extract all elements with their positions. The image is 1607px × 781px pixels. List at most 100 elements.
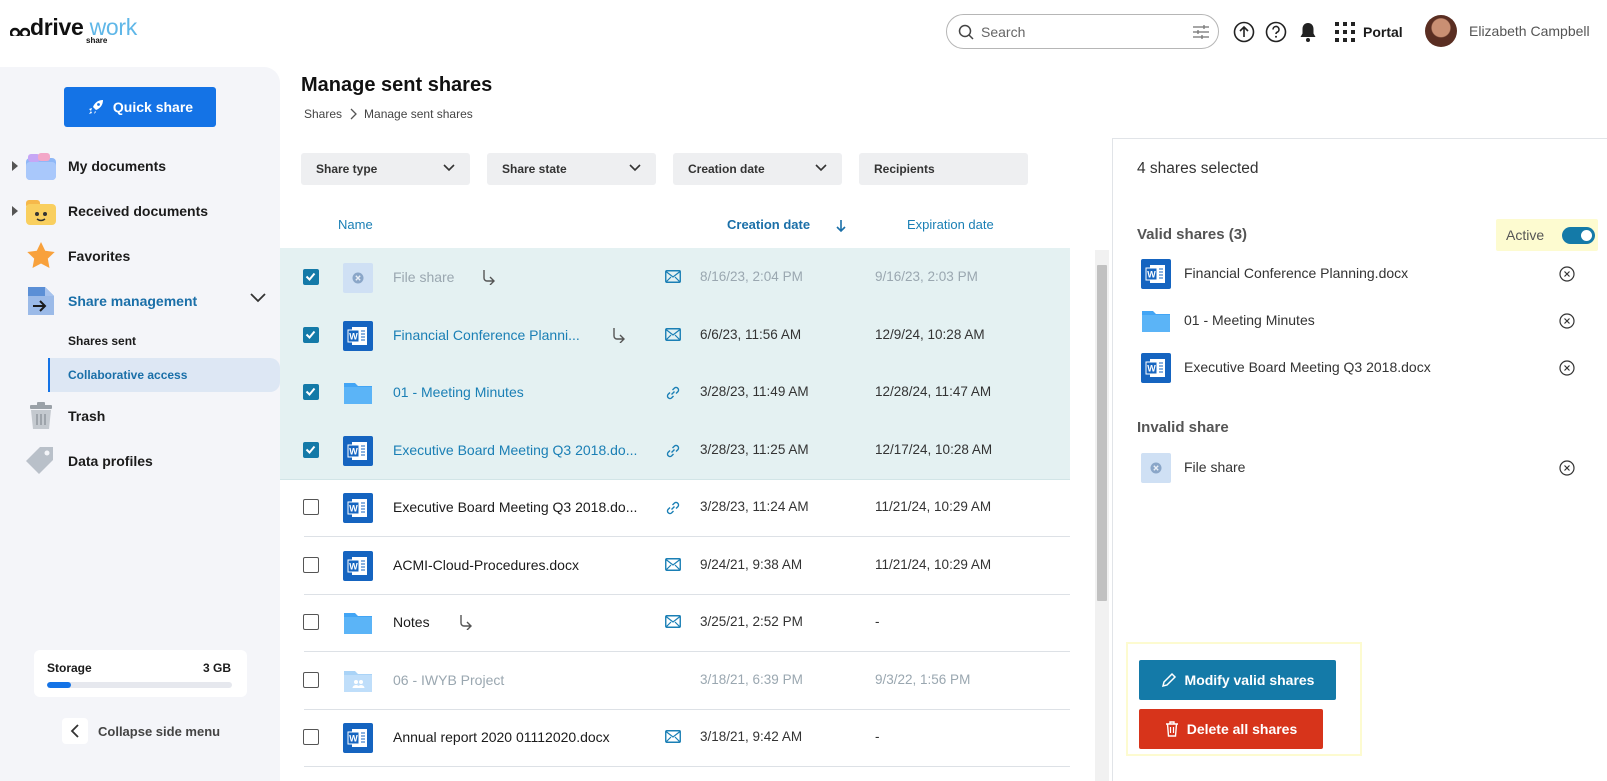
row-name[interactable]: 01 - Meeting Minutes [393, 384, 643, 400]
row-checkbox[interactable] [303, 499, 319, 515]
breadcrumb-current: Manage sent shares [364, 107, 473, 121]
remove-selected-button[interactable] [1559, 313, 1575, 329]
row-creation-date: 3/28/23, 11:25 AM [700, 441, 809, 457]
sidebar-item-my-documents[interactable]: My documents [0, 146, 280, 186]
portal-label: Portal [1363, 24, 1403, 40]
sidebar-subitem-shares-sent[interactable]: Shares sent [48, 324, 280, 358]
row-checkbox[interactable] [303, 729, 319, 745]
email-share-icon [665, 730, 681, 743]
sidebar-item-share-management[interactable]: Share management [0, 281, 280, 321]
table-row[interactable]: File share 8/16/23, 2:04 PM 9/16/23, 2:03 … [280, 248, 1070, 307]
table-row[interactable]: 01 - Meeting Minutes 3/28/23, 11:49 AM 12/… [280, 363, 1070, 422]
table-row[interactable]: W ACMI-Cloud-Procedures.docx 9/24/21, 9:38… [280, 536, 1070, 595]
sidebar-subitem-label: Collaborative access [68, 368, 188, 382]
portal-menu[interactable]: Portal [1335, 22, 1403, 42]
sidebar-subitem-collaborative-access[interactable]: Collaborative access [48, 358, 280, 392]
row-checkbox[interactable] [303, 671, 319, 688]
table-row[interactable]: Notes 3/25/21, 2:52 PM - [280, 593, 1070, 652]
modify-valid-shares-button[interactable]: Modify valid shares [1139, 660, 1336, 700]
row-name[interactable]: ACMI-Cloud-Procedures.docx [393, 557, 643, 573]
file-share-icon [1141, 453, 1171, 483]
expand-caret-icon[interactable] [12, 161, 18, 171]
sidebar-item-favorites[interactable]: Favorites [0, 236, 280, 276]
filter-creation-date[interactable]: Creation date [673, 153, 842, 185]
filter-share-type[interactable]: Share type [301, 153, 470, 185]
row-checkbox[interactable] [303, 614, 319, 630]
bell-icon[interactable] [1298, 21, 1318, 43]
chevron-down-icon [443, 164, 455, 172]
row-name[interactable]: 06 - IWYB Project [393, 672, 643, 688]
share-type [665, 730, 681, 743]
share-type [665, 557, 681, 571]
breadcrumb-shares-link[interactable]: Shares [304, 107, 342, 121]
table-row[interactable]: W Financial Conference Planni... 6/6/23, 1… [280, 305, 1070, 365]
sidebar-item-trash[interactable]: Trash [0, 396, 280, 436]
remove-selected-button[interactable] [1559, 360, 1575, 376]
modify-label: Modify valid shares [1184, 672, 1315, 688]
link-share-icon [666, 501, 680, 515]
filter-share-state[interactable]: Share state [487, 153, 656, 185]
column-header-creation-date[interactable]: Creation date [727, 217, 810, 232]
row-creation-date: 9/24/21, 9:38 AM [700, 556, 803, 572]
forwarded-indicator [480, 269, 496, 285]
row-name[interactable]: Executive Board Meeting Q3 2018.do... [393, 442, 643, 458]
help-icon[interactable] [1265, 21, 1287, 43]
forwarded-indicator [610, 327, 626, 343]
row-checkbox[interactable] [303, 441, 319, 458]
expand-caret-icon[interactable] [12, 206, 18, 216]
search-box [946, 14, 1219, 49]
word-document-icon: W [1141, 259, 1171, 289]
row-name[interactable]: Financial Conference Planni... [393, 327, 643, 343]
rocket-icon [88, 100, 103, 114]
upload-icon[interactable] [1233, 21, 1255, 43]
avatar[interactable] [1425, 15, 1457, 47]
column-header-name[interactable]: Name [338, 217, 373, 232]
word-document-icon: W [343, 723, 373, 753]
table-scrollbar[interactable] [1095, 250, 1109, 781]
row-name[interactable]: Annual report 2020 01112020.docx [393, 729, 643, 745]
selection-count: 4 shares selected [1137, 160, 1259, 177]
row-checkbox[interactable] [303, 556, 319, 573]
filter-settings-icon[interactable] [1192, 24, 1210, 40]
share-type [665, 270, 681, 283]
folder-icon [344, 613, 372, 634]
row-checkbox[interactable] [303, 384, 319, 400]
user-name[interactable]: Elizabeth Campbell [1469, 23, 1590, 39]
collapse-button[interactable] [62, 718, 88, 744]
file-type [1141, 306, 1171, 336]
row-checkbox[interactable] [303, 326, 319, 343]
table-row[interactable]: W Executive Board Meeting Q3 2018.do... 3/… [280, 478, 1070, 537]
search-input[interactable] [981, 22, 1176, 42]
active-toggle[interactable] [1562, 227, 1595, 244]
row-expiration-date: 9/16/23, 2:03 PM [875, 269, 978, 284]
scrollbar-thumb[interactable] [1097, 265, 1107, 601]
quick-share-button[interactable]: Quick share [64, 87, 216, 127]
chevron-down-icon[interactable] [250, 293, 266, 303]
sidebar-item-received-documents[interactable]: Received documents [0, 191, 280, 231]
remove-selected-button[interactable] [1559, 266, 1575, 282]
table-row[interactable]: 06 - IWYB Project 3/18/21, 6:39 PM 9/3/22,… [280, 651, 1070, 710]
filter-recipients[interactable]: Recipients [859, 153, 1028, 185]
search-icon [958, 24, 974, 40]
svg-text:W: W [349, 446, 358, 456]
selected-share-name: Executive Board Meeting Q3 2018.docx [1184, 359, 1431, 375]
row-expiration-date: 12/28/24, 11:47 AM [875, 384, 992, 399]
row-name[interactable]: Executive Board Meeting Q3 2018.do... [393, 499, 643, 515]
chevron-right-icon [350, 108, 357, 120]
row-expiration-date: - [875, 729, 880, 744]
row-name[interactable]: File share [393, 269, 643, 285]
sort-descending-icon[interactable] [835, 219, 847, 233]
sidebar-item-data-profiles[interactable]: Data profiles [0, 441, 280, 481]
quick-share-label: Quick share [112, 99, 194, 115]
column-header-expiration-date[interactable]: Expiration date [907, 217, 994, 232]
collapse-side-menu[interactable]: Collapse side menu [62, 718, 220, 744]
row-checkbox[interactable] [303, 269, 319, 285]
file-type: W [343, 550, 373, 581]
remove-selected-button[interactable] [1559, 460, 1575, 476]
filter-label: Share state [502, 162, 567, 176]
row-name[interactable]: Notes [393, 614, 643, 630]
my-documents-icon [26, 153, 56, 180]
delete-all-shares-button[interactable]: Delete all shares [1139, 709, 1323, 749]
table-row[interactable]: W Executive Board Meeting Q3 2018.do... 3/… [280, 420, 1070, 480]
table-row[interactable]: W Annual report 2020 01112020.docx 3/18/21… [280, 708, 1070, 767]
